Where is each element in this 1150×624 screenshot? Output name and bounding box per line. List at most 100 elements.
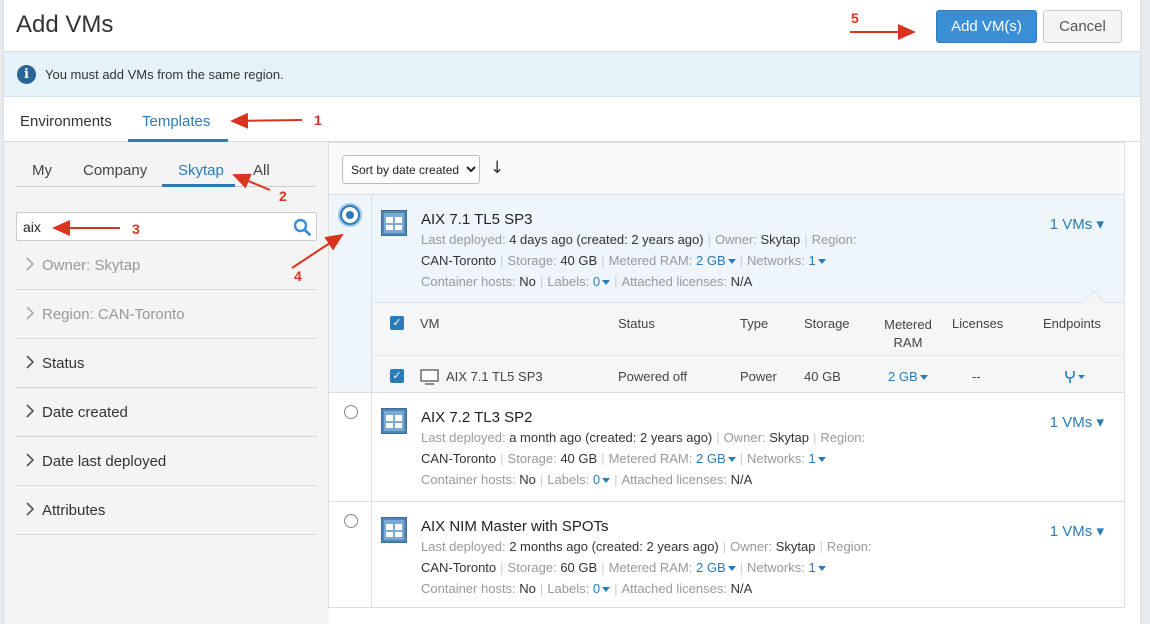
vms-count: 1 VMs — [1049, 414, 1093, 431]
template-radio[interactable] — [340, 205, 360, 225]
metered-ram-dropdown[interactable]: 2 GB — [696, 451, 736, 466]
source-tabs: Environments Templates — [4, 97, 1140, 142]
template-radio[interactable] — [344, 405, 358, 419]
template-card-content: AIX NIM Master with SPOTs 1 VMs ▾ Last d… — [371, 502, 1124, 607]
labels-dropdown[interactable]: 0 — [593, 581, 611, 596]
template-meta-line-1: Last deployed: a month ago (created: 2 y… — [421, 430, 866, 445]
vm-row-metered-ram-dropdown[interactable]: 2 GB — [888, 369, 928, 384]
vm-row-status: Powered off — [618, 369, 688, 384]
template-meta-line-2: CAN-Toronto | Storage: 40 GB | Metered RAM: … — [421, 253, 826, 268]
info-icon: i — [17, 65, 36, 84]
annotation-number-4: 4 — [294, 268, 302, 284]
facet-date-created-label: Date created — [42, 404, 128, 421]
column-header-storage[interactable]: Storage — [804, 316, 850, 331]
vm-row-type: Power — [740, 369, 777, 384]
filter-panel: My Company Skytap All Owner: Skytap Regi… — [4, 142, 329, 624]
facet-attributes-label: Attributes — [42, 502, 106, 519]
networks-dropdown[interactable]: 1 — [808, 560, 826, 575]
vm-row-name: AIX 7.1 TL5 SP3 — [446, 369, 543, 384]
search-input[interactable] — [23, 217, 273, 237]
subtab-company[interactable]: Company — [83, 162, 147, 179]
facet-date-last-deployed[interactable]: Date last deployed — [16, 437, 317, 486]
chevron-right-icon — [26, 257, 34, 271]
column-header-metered-ram[interactable]: Metered RAM — [880, 316, 936, 352]
sort-direction-icon[interactable]: ↓ — [490, 158, 504, 178]
metered-ram-dropdown[interactable]: 2 GB — [696, 560, 736, 575]
facet-owner-value: Skytap — [94, 257, 141, 274]
column-header-type[interactable]: Type — [740, 316, 768, 331]
vm-template-icon — [381, 210, 407, 236]
template-card[interactable]: AIX 7.2 TL3 SP2 1 VMs ▾ Last deployed: a… — [329, 392, 1124, 501]
sort-select[interactable]: Sort by date created — [342, 155, 480, 184]
endpoint-icon[interactable] — [1062, 369, 1086, 385]
chevron-right-icon — [26, 453, 34, 467]
column-header-vm[interactable]: VM — [420, 316, 440, 331]
column-header-licenses[interactable]: Licenses — [952, 316, 1003, 331]
networks-dropdown[interactable]: 1 — [808, 451, 826, 466]
vm-row-licenses: -- — [972, 369, 981, 384]
facet-status[interactable]: Status — [16, 339, 317, 388]
vm-template-icon — [381, 517, 407, 543]
facet-date-last-deployed-label: Date last deployed — [42, 453, 167, 470]
metered-ram-dropdown[interactable]: 2 GB — [696, 253, 736, 268]
template-meta-line-1: Last deployed: 2 months ago (created: 2 … — [421, 539, 872, 554]
vms-count-toggle[interactable]: 1 VMs ▾ — [1050, 413, 1104, 431]
search-icon[interactable] — [293, 218, 311, 236]
table-divider — [372, 355, 1124, 356]
template-meta-line-1: Last deployed: 4 days ago (created: 2 ye… — [421, 232, 857, 247]
add-vms-button[interactable]: Add VM(s) — [936, 10, 1037, 43]
template-name[interactable]: AIX 7.1 TL5 SP3 — [421, 211, 532, 228]
tab-templates[interactable]: Templates — [142, 113, 210, 130]
template-meta-line-3: Container hosts: No | Labels: 0 | Attached l… — [421, 581, 753, 596]
facet-region-label: Region: — [42, 306, 94, 323]
dialog-header: Add VMs Add VM(s) Cancel — [4, 0, 1140, 52]
template-radio[interactable] — [344, 514, 358, 528]
facet-region[interactable]: Region: CAN-Toronto — [16, 290, 317, 339]
labels-dropdown[interactable]: 0 — [593, 274, 611, 289]
subtab-skytap[interactable]: Skytap — [178, 162, 224, 179]
template-name[interactable]: AIX 7.2 TL3 SP2 — [421, 409, 532, 426]
vms-count: 1 VMs — [1049, 216, 1093, 233]
annotation-number-1: 1 — [314, 112, 322, 128]
labels-dropdown[interactable]: 0 — [593, 472, 611, 487]
vm-details-table: ✓ VM Status Type Storage Metered RAM Lic… — [372, 290, 1124, 392]
chevron-right-icon — [26, 306, 34, 320]
select-all-checkbox[interactable]: ✓ — [390, 316, 404, 330]
tab-environments[interactable]: Environments — [20, 113, 112, 130]
facet-owner[interactable]: Owner: Skytap — [16, 241, 317, 290]
annotation-number-2: 2 — [279, 188, 287, 204]
dialog-title: Add VMs — [16, 11, 114, 38]
template-name[interactable]: AIX NIM Master with SPOTs — [421, 518, 609, 535]
template-card-content: AIX 7.1 TL5 SP3 1 VMs ▾ Last deployed: 4… — [371, 195, 1124, 392]
search-box — [16, 212, 317, 241]
vm-row-storage: 40 GB — [804, 369, 841, 384]
chevron-right-icon — [26, 502, 34, 516]
subtab-all[interactable]: All — [253, 162, 270, 179]
facet-attributes[interactable]: Attributes — [16, 486, 317, 535]
column-header-status[interactable]: Status — [618, 316, 655, 331]
template-card[interactable]: AIX NIM Master with SPOTs 1 VMs ▾ Last d… — [329, 501, 1124, 607]
add-vms-dialog: Add VMs Add VM(s) Cancel i You must add … — [3, 0, 1141, 624]
active-subtab-indicator — [162, 184, 235, 187]
facet-owner-label: Owner: — [42, 257, 91, 274]
chevron-right-icon — [26, 404, 34, 418]
info-banner: i You must add VMs from the same region. — [4, 52, 1140, 97]
details-pointer — [1082, 290, 1106, 314]
template-card-content: AIX 7.2 TL3 SP2 1 VMs ▾ Last deployed: a… — [371, 393, 1124, 501]
facet-date-created[interactable]: Date created — [16, 388, 317, 437]
column-header-endpoints[interactable]: Endpoints — [1043, 316, 1101, 331]
template-meta-line-2: CAN-Toronto | Storage: 40 GB | Metered RAM: … — [421, 451, 826, 466]
template-meta-line-2: CAN-Toronto | Storage: 60 GB | Metered RAM: … — [421, 560, 826, 575]
templates-list-panel: Sort by date created ↓ AIX 7.1 TL5 SP3 1… — [328, 142, 1125, 608]
vm-template-icon — [381, 408, 407, 434]
vms-count-toggle[interactable]: 1 VMs ▾ — [1050, 215, 1104, 233]
annotation-number-5: 5 — [851, 10, 859, 26]
cancel-button[interactable]: Cancel — [1043, 10, 1122, 43]
chevron-right-icon — [26, 355, 34, 369]
template-card[interactable]: AIX 7.1 TL5 SP3 1 VMs ▾ Last deployed: 4… — [329, 194, 1124, 392]
subtab-my[interactable]: My — [32, 162, 52, 179]
networks-dropdown[interactable]: 1 — [808, 253, 826, 268]
vms-count-toggle[interactable]: 1 VMs ▾ — [1050, 522, 1104, 540]
template-meta-line-3: Container hosts: No | Labels: 0 | Attached l… — [421, 274, 753, 289]
vm-row-checkbox[interactable]: ✓ — [390, 369, 404, 383]
